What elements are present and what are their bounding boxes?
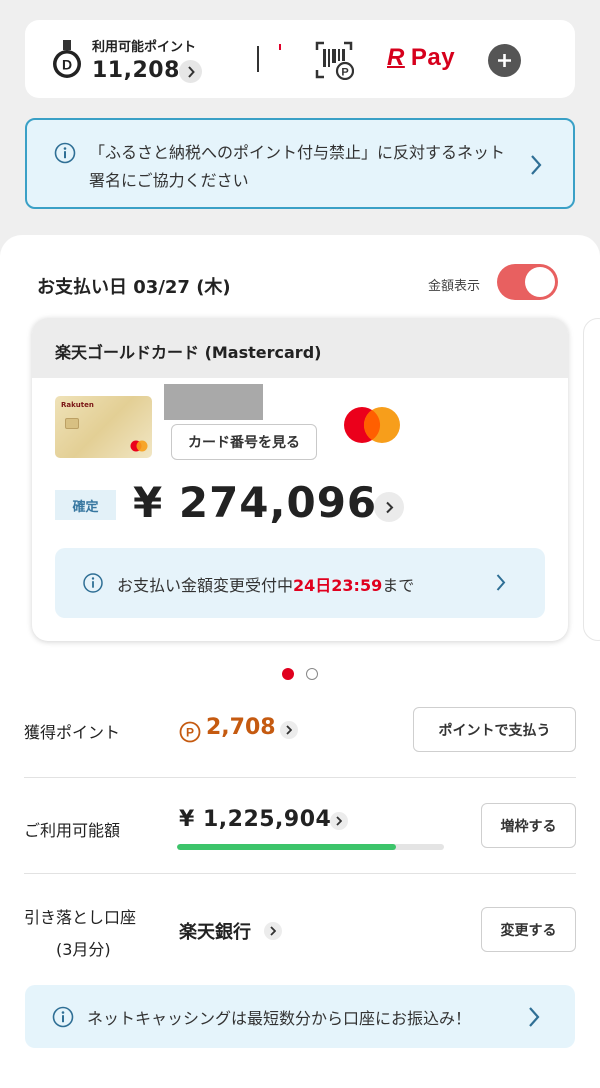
- account-chevron-icon[interactable]: [264, 922, 282, 940]
- petition-banner-text: 「ふるさと納税へのポイント付与禁止」に反対するネット署名にご協力ください: [89, 143, 506, 190]
- payment-amount: ¥ 274,096: [133, 478, 378, 527]
- amount-display-toggle[interactable]: [497, 264, 558, 300]
- payment-change-deadline: 24日23:59: [293, 576, 383, 595]
- debit-account-value[interactable]: 楽天銀行: [179, 918, 251, 944]
- row-divider: [24, 873, 576, 874]
- cashing-banner[interactable]: ネットキャッシングは最短数分から口座にお振込み！: [25, 985, 575, 1048]
- points-rank-medal-icon: D: [53, 40, 81, 78]
- limit-chevron-icon[interactable]: [330, 812, 348, 830]
- svg-text:P: P: [341, 67, 348, 79]
- payment-change-text: お支払い金額変更受付中24日23:59まで: [117, 576, 415, 595]
- card-image: Rakuten: [55, 396, 152, 458]
- toggle-knob: [525, 267, 555, 297]
- points-chevron-icon[interactable]: [280, 721, 298, 739]
- available-limit-value[interactable]: ¥ 1,225,904: [179, 807, 331, 832]
- carousel-dot-1[interactable]: [282, 668, 294, 680]
- medal-letter: D: [62, 57, 72, 73]
- rakuten-pay-logo[interactable]: R Pay: [387, 44, 455, 72]
- cashing-banner-text: ネットキャッシングは最短数分から口座にお振込み！: [87, 1009, 472, 1028]
- debit-account-month: (3月分): [56, 940, 111, 959]
- earned-points-label: 獲得ポイント: [24, 723, 121, 742]
- increase-limit-button[interactable]: 増枠する: [481, 803, 576, 848]
- available-limit-label: ご利用可能額: [24, 821, 121, 840]
- payment-panel: お支払い日 03/27 (木) 金額表示 楽天ゴールドカード (Masterca…: [0, 235, 600, 1088]
- view-card-number-button[interactable]: カード番号を見る: [171, 424, 317, 460]
- point-coin-icon: P: [179, 721, 201, 743]
- mastercard-logo-icon: [344, 407, 400, 443]
- row-divider: [24, 777, 576, 778]
- limit-usage-fill: [177, 844, 396, 850]
- available-points-value[interactable]: 11,208: [92, 58, 180, 83]
- svg-text:P: P: [186, 726, 194, 740]
- payment-change-banner[interactable]: お支払い金額変更受付中24日23:59まで: [55, 548, 545, 618]
- card-chip: [65, 418, 79, 429]
- status-badge: 確定: [55, 490, 116, 520]
- info-icon: [83, 573, 103, 593]
- petition-banner[interactable]: 「ふるさと納税へのポイント付与禁止」に反対するネット署名にご協力ください: [25, 118, 575, 209]
- divider: [257, 46, 259, 72]
- next-card-preview[interactable]: [583, 318, 600, 641]
- debit-account-label: 引き落とし口座: [24, 908, 137, 927]
- pay-with-points-button[interactable]: ポイントで支払う: [413, 707, 576, 752]
- card-name: 楽天ゴールドカード (Mastercard): [32, 318, 568, 378]
- earned-points-value[interactable]: 2,708: [206, 715, 276, 740]
- amount-detail-chevron-icon[interactable]: [374, 492, 404, 522]
- points-card: D 利用可能ポイント 11,208 P R Pay: [25, 20, 575, 98]
- limit-usage-bar: [177, 844, 444, 850]
- carousel-indicator: [282, 668, 318, 680]
- chevron-right-icon: [531, 155, 542, 175]
- plus-icon: [498, 54, 511, 67]
- carousel-dot-2[interactable]: [306, 668, 318, 680]
- available-points-label: 利用可能ポイント: [92, 40, 197, 55]
- credit-card-panel: 楽天ゴールドカード (Mastercard) Rakuten カード番号を見る …: [32, 318, 568, 641]
- amount-display-label: 金額表示: [428, 279, 481, 294]
- notification-mark: [279, 44, 281, 50]
- qr-point-card-icon[interactable]: P: [314, 40, 354, 80]
- card-brand-mini: Rakuten: [61, 401, 94, 409]
- info-icon: [54, 142, 76, 164]
- info-icon: [52, 1006, 74, 1028]
- payment-date: お支払い日 03/27 (木): [37, 277, 231, 298]
- change-account-button[interactable]: 変更する: [481, 907, 576, 952]
- points-detail-chevron-icon[interactable]: [179, 60, 202, 83]
- chevron-right-icon: [496, 574, 506, 591]
- mastercard-small-icon: [130, 440, 148, 452]
- add-button[interactable]: [488, 44, 521, 77]
- masked-card-number: [164, 384, 263, 420]
- chevron-right-icon: [529, 1007, 540, 1027]
